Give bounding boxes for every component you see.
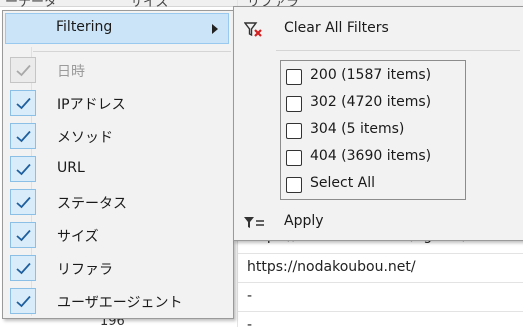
checkbox[interactable] [286,177,302,193]
context-menu: Filtering 日時 IPアドレス メソッド URL ステータス サイズ リ… [2,10,234,319]
menu-item-label: IPアドレス [57,97,126,113]
menu-item-column-useragent[interactable]: ユーザエージェント [7,285,229,318]
submenu-separator [276,50,520,51]
menu-item-label: リファラ [57,262,113,278]
menu-item-column-ip[interactable]: IPアドレス [7,87,229,120]
filtering-submenu: Clear All Filters 200 (1587 items) 302 (… [233,6,523,241]
menu-item-filtering[interactable]: Filtering [5,13,229,44]
apply-filter-item[interactable]: Apply [284,213,324,229]
filter-option-label: 404 (3690 items) [310,148,432,164]
check-icon [10,255,36,281]
grid-header-size: サイズ [130,0,169,10]
grid-header-status: ーテータ [5,0,58,10]
check-icon [10,57,36,83]
menu-item-label: ユーザエージェント [57,295,183,311]
filter-option-label: 304 (5 items) [310,121,405,137]
submenu-arrow-icon [212,24,218,34]
checkbox[interactable] [286,123,302,139]
menu-item-column-size[interactable]: サイズ [7,219,229,252]
checkbox[interactable] [286,150,302,166]
menu-item-label: サイズ [57,229,99,245]
check-icon [10,189,36,215]
checkbox[interactable] [286,96,302,112]
filter-apply-icon[interactable] [243,216,265,234]
check-icon [10,90,36,116]
check-icon [10,156,36,182]
menu-item-column-status[interactable]: ステータス [7,186,229,219]
filter-option-label: 200 (1587 items) [310,67,432,83]
filter-option-label: Select All [310,175,375,191]
menu-item-label: 日時 [57,64,85,80]
check-icon [10,222,36,248]
menu-separator [33,51,231,52]
table-row[interactable] [237,282,523,312]
table-cell-referrer: - [247,317,253,333]
checkbox[interactable] [286,69,302,85]
menu-item-column-referrer[interactable]: リファラ [7,252,229,285]
menu-item-label: ステータス [57,196,127,212]
menu-item-column-datetime[interactable]: 日時 [7,54,229,87]
filter-option-label: 302 (4720 items) [310,94,432,110]
menu-item-label: メソッド [57,130,113,146]
filter-values-list[interactable]: 200 (1587 items) 302 (4720 items) 304 (5… [280,60,466,200]
menu-item-column-url[interactable]: URL [7,153,229,186]
filter-clear-icon[interactable] [243,22,264,42]
table-cell-referrer: https://nodakoubou.net/ [247,259,416,275]
check-icon [10,288,36,314]
menu-item-label: URL [57,160,85,176]
table-cell-referrer: - [247,288,253,304]
menu-item-column-method[interactable]: メソッド [7,120,229,153]
menu-item-filtering-label: Filtering [56,19,113,35]
clear-all-filters-item[interactable]: Clear All Filters [284,20,389,36]
check-icon [10,123,36,149]
